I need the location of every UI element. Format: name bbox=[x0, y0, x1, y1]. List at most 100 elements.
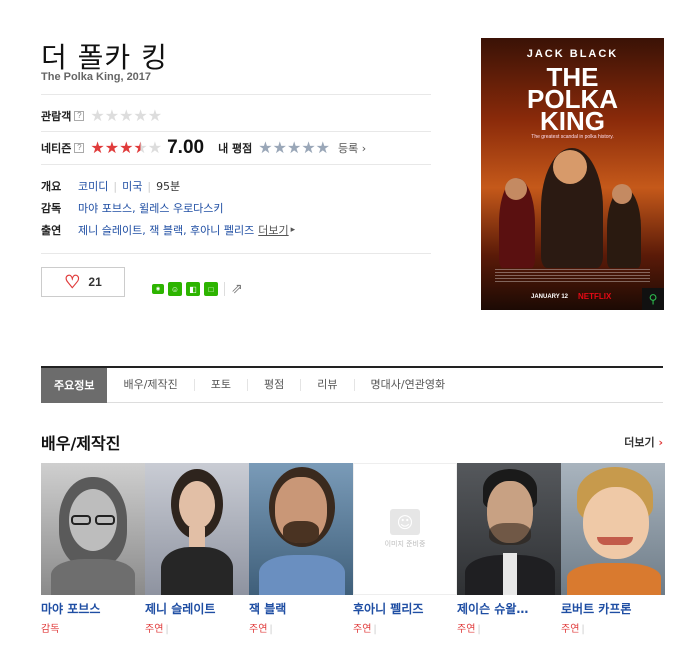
star-icon[interactable]: ★ bbox=[316, 140, 330, 156]
poster-face bbox=[612, 184, 632, 204]
separator: | bbox=[269, 624, 273, 635]
star-icon: ★ bbox=[90, 106, 105, 125]
more-label: 더보기 bbox=[624, 436, 655, 449]
poster-face bbox=[553, 150, 587, 184]
netizen-rating-row: 네티즌 ? ★ ★ ★ ★ ★ 7.00 내 평점 ★ ★ ★ ★ ★ 등록 › bbox=[41, 137, 366, 159]
divider bbox=[41, 94, 431, 95]
star-icon: ★ bbox=[104, 106, 120, 125]
heart-icon: ♡ bbox=[64, 272, 81, 292]
tab-bar: 주요정보 배우/제작진 포토 평점 리뷰 명대사/연관영화 bbox=[41, 366, 663, 403]
register-rating-link[interactable]: 등록 › bbox=[338, 140, 366, 156]
divider bbox=[224, 282, 225, 296]
star-icon[interactable]: ★ bbox=[273, 140, 287, 156]
line-icon[interactable]: ◉ bbox=[152, 284, 164, 294]
tab-review[interactable]: 리뷰 bbox=[300, 379, 353, 391]
person-name[interactable]: 잭 블랙 bbox=[249, 600, 349, 617]
memo-icon[interactable]: □ bbox=[204, 282, 218, 296]
cast-links[interactable]: 제니 슬레이트, 잭 블랙, 후아니 펠리즈 bbox=[78, 222, 254, 238]
star-icon: ★ bbox=[104, 138, 120, 157]
netizen-score: 7.00 bbox=[167, 137, 205, 158]
tab-main-info[interactable]: 주요정보 bbox=[41, 367, 108, 403]
star-icon[interactable]: ★ bbox=[301, 140, 315, 156]
director-row: 감독 마야 포브스, 윌레스 우로다스키 bbox=[41, 200, 224, 216]
director-label: 감독 bbox=[41, 202, 62, 215]
audience-rating-label: 관람객 bbox=[41, 110, 72, 123]
role-text: 감독 bbox=[41, 624, 60, 635]
person-card[interactable]: 제니 슬레이트 주연 | bbox=[145, 463, 249, 635]
person-name[interactable]: 제니 슬레이트 bbox=[145, 600, 245, 617]
separator: | bbox=[165, 624, 169, 635]
zoom-icon[interactable]: ⚲ bbox=[642, 288, 664, 310]
person-card[interactable]: 로버트 카프론 주연 | bbox=[561, 463, 665, 635]
person-role: 주연 | bbox=[249, 620, 353, 635]
role-text: 주연 bbox=[145, 624, 164, 635]
person-photo[interactable] bbox=[145, 463, 249, 595]
share-icon[interactable]: ⇗ bbox=[231, 281, 243, 297]
poster-tagline: The greatest scandal in polka history. bbox=[531, 134, 614, 140]
tab-quotes[interactable]: 명대사/연관영화 bbox=[353, 379, 462, 391]
band-icon[interactable]: ☺ bbox=[168, 282, 182, 296]
person-card[interactable]: ☺ 이미지 준비중 후아니 펠리즈 주연 | bbox=[353, 463, 457, 635]
person-card[interactable]: 잭 블랙 주연 | bbox=[249, 463, 353, 635]
divider bbox=[41, 131, 431, 132]
person-role: 주연 | bbox=[457, 620, 561, 635]
chevron-right-icon: › bbox=[361, 142, 367, 155]
tab-rating[interactable]: 평점 bbox=[247, 379, 300, 391]
director-links[interactable]: 마야 포브스, 윌레스 우로다스키 bbox=[78, 200, 224, 216]
star-icon: ★ bbox=[90, 138, 105, 157]
divider bbox=[41, 253, 431, 254]
overview-row: 개요 코미디 | 미국 | 95분 bbox=[41, 178, 180, 194]
cast-label: 출연 bbox=[41, 224, 62, 237]
star-icon: ★ bbox=[119, 106, 134, 125]
movie-title: 더 폴카 킹 bbox=[41, 41, 168, 74]
netizen-rating-label: 네티즌 bbox=[41, 142, 72, 155]
cast-row: 출연 제니 슬레이트, 잭 블랙, 후아니 펠리즈 더보기 ▸ bbox=[41, 222, 295, 238]
person-role: 감독 bbox=[41, 620, 145, 635]
bookmark-icon[interactable]: ◧ bbox=[186, 282, 200, 296]
person-photo[interactable] bbox=[457, 463, 561, 595]
role-text: 주연 bbox=[249, 624, 268, 635]
person-photo[interactable] bbox=[41, 463, 145, 595]
poster-credits bbox=[495, 268, 650, 282]
person-role: 주연 | bbox=[561, 620, 665, 635]
runtime: 95분 bbox=[156, 180, 181, 193]
star-icon: ★ bbox=[119, 138, 134, 157]
person-photo-placeholder[interactable]: ☺ 이미지 준비중 bbox=[353, 463, 457, 595]
person-card[interactable]: 마야 포브스 감독 bbox=[41, 463, 145, 635]
poster-title: THE POLKA KING bbox=[481, 64, 664, 134]
genre-link[interactable]: 코미디 bbox=[78, 178, 108, 194]
person-name[interactable]: 후아니 펠리즈 bbox=[353, 600, 453, 617]
country-link[interactable]: 미국 bbox=[122, 178, 142, 194]
role-text: 주연 bbox=[561, 624, 580, 635]
person-role: 주연 | bbox=[353, 620, 457, 635]
like-button[interactable]: ♡ 21 bbox=[41, 267, 125, 297]
audience-rating-row: 관람객 ? ★ ★ ★ ★ ★ bbox=[41, 108, 162, 124]
cast-list: 마야 포브스 감독 제니 슬레이트 주연 | 잭 블랙 주연 | ☺ 이미지 준비중… bbox=[41, 463, 665, 635]
person-name[interactable]: 제이슨 슈왈… bbox=[457, 600, 557, 617]
movie-poster[interactable]: JACK BLACK THE POLKA KING The greatest s… bbox=[481, 38, 664, 310]
star-icon: ★ bbox=[147, 106, 163, 125]
tab-photo[interactable]: 포토 bbox=[193, 379, 247, 391]
netizen-stars: ★ ★ ★ ★ ★ bbox=[90, 140, 162, 156]
separator: | bbox=[477, 624, 481, 635]
person-photo[interactable] bbox=[249, 463, 353, 595]
help-icon[interactable]: ? bbox=[74, 111, 85, 121]
person-name[interactable]: 로버트 카프론 bbox=[561, 600, 661, 617]
overview-label: 개요 bbox=[41, 180, 62, 193]
help-icon[interactable]: ? bbox=[74, 143, 85, 153]
my-rating-label: 내 평점 bbox=[218, 142, 253, 155]
role-text: 주연 bbox=[457, 624, 476, 635]
my-rating-stars[interactable]: ★ ★ ★ ★ ★ bbox=[258, 140, 330, 156]
poster-date: JANUARY 12 bbox=[531, 294, 569, 300]
audience-stars: ★ ★ ★ ★ ★ bbox=[90, 108, 162, 124]
person-photo[interactable] bbox=[561, 463, 665, 595]
person-card[interactable]: 제이슨 슈왈… 주연 | bbox=[457, 463, 561, 635]
star-icon: ★ bbox=[147, 138, 163, 157]
cast-more-link[interactable]: 더보기 bbox=[258, 222, 288, 238]
cast-section-more-link[interactable]: 더보기 › bbox=[624, 434, 663, 450]
user-placeholder-icon: ☺ bbox=[390, 509, 420, 535]
star-icon[interactable]: ★ bbox=[287, 140, 301, 156]
tab-cast-crew[interactable]: 배우/제작진 bbox=[107, 379, 193, 391]
person-name[interactable]: 마야 포브스 bbox=[41, 600, 141, 617]
star-icon[interactable]: ★ bbox=[258, 140, 272, 156]
